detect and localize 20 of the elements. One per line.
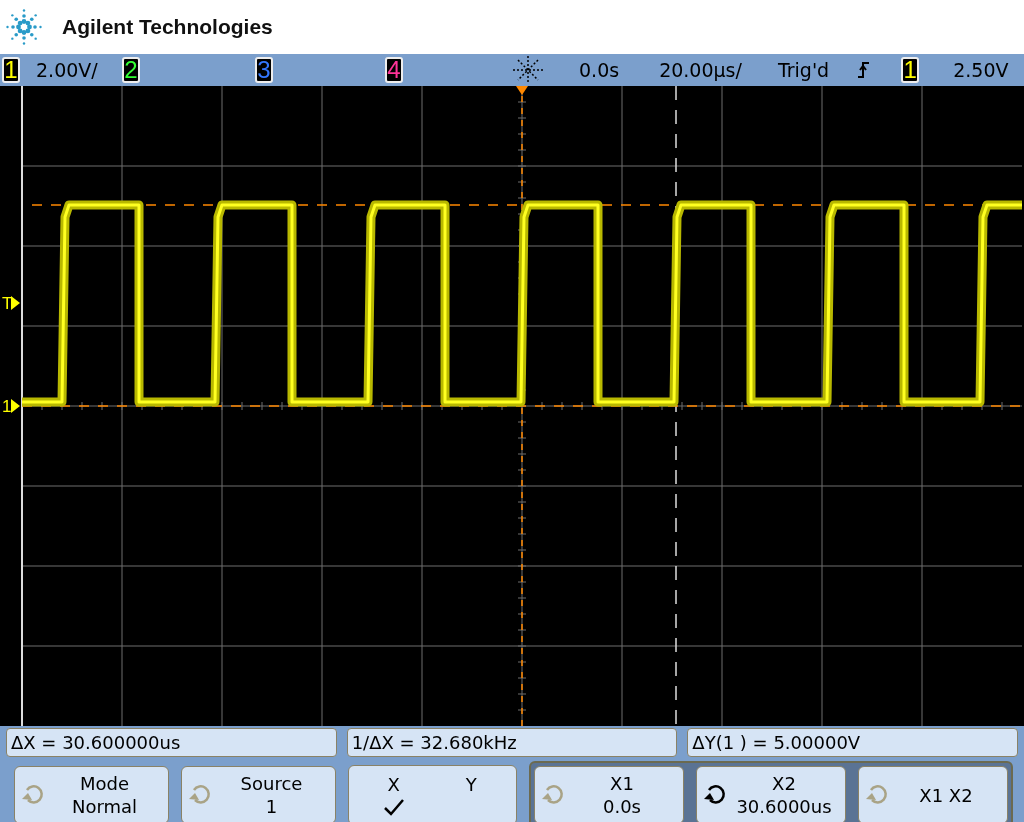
brand-name: Agilent Technologies (62, 15, 273, 39)
rising-edge-icon (857, 60, 872, 80)
measurement-readout: ΔY(1 ) = 5.00000V (687, 728, 1018, 757)
softkey[interactable]: X Y (348, 765, 517, 822)
softkey[interactable]: Mode Normal (14, 766, 169, 822)
measurement-readout: ΔX = 30.600000us (6, 728, 337, 757)
measurement-readout: 1/ΔX = 32.680kHz (346, 728, 678, 757)
trigger-status: Trig'd (777, 59, 830, 81)
softkey[interactable]: X1 X2 (858, 766, 1008, 822)
softkey[interactable]: X1 0.0s (534, 766, 684, 822)
softkey[interactable]: X2 30.6000us (696, 766, 846, 822)
option-label[interactable]: X (387, 773, 400, 795)
channel-scale: 2.00V/ (36, 59, 99, 81)
spark-icon (511, 55, 545, 85)
delay-value: 0.0s (579, 59, 620, 81)
trigger-level: 2.50V (953, 59, 1009, 81)
timebase-value: 20.00µs/ (659, 59, 742, 81)
option-label[interactable]: Y (465, 773, 477, 795)
logo-icon (4, 7, 44, 47)
softkey[interactable]: Source 1 (181, 766, 336, 822)
